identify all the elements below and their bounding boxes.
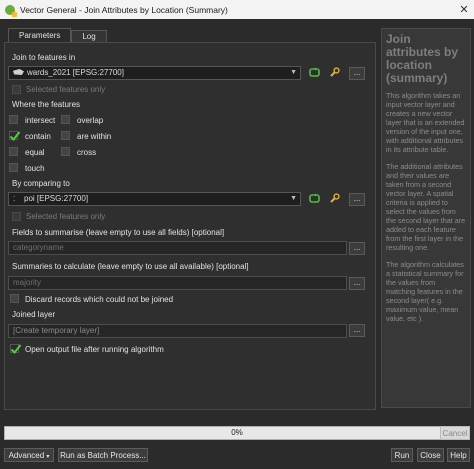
run-batch-button[interactable]: Run as Batch Process... xyxy=(58,448,148,462)
title-bar: Vector General - Join Attributes by Loca… xyxy=(0,0,474,19)
summaries-input[interactable]: majority xyxy=(8,276,347,290)
help-button[interactable]: Help xyxy=(447,448,470,462)
help-paragraph: This algorithm takes an input vector lay… xyxy=(386,91,465,154)
tab-parameters[interactable]: Parameters xyxy=(8,28,72,42)
compare-layer-value: poi [EPSG:27700] xyxy=(24,194,89,203)
join-layer-label: Join to features in xyxy=(12,53,76,62)
compare-selected-only-label: Selected features only xyxy=(26,212,106,221)
joined-layer-label: Joined layer xyxy=(12,310,56,319)
chevron-down-icon: ▼ xyxy=(290,195,297,202)
touch-checkbox[interactable] xyxy=(9,163,18,172)
run-button[interactable]: Run xyxy=(391,448,413,462)
equal-checkbox[interactable] xyxy=(9,147,18,156)
qgis-logo-icon xyxy=(5,4,17,17)
check-icon xyxy=(10,344,22,354)
window-close-button[interactable]: ✕ xyxy=(454,3,474,16)
overlap-label: overlap xyxy=(77,116,104,125)
chevron-down-icon: ▼ xyxy=(290,69,297,76)
cross-label: cross xyxy=(77,148,97,157)
open-output-label: Open output file after running algorithm xyxy=(25,345,164,354)
polygon-layer-icon xyxy=(13,69,24,75)
close-button[interactable]: Close xyxy=(417,448,444,462)
help-title: Join attributes by location (summary) xyxy=(386,32,459,85)
chevron-down-icon: ▾ xyxy=(46,454,50,460)
equal-label: equal xyxy=(25,148,45,157)
are-within-label: are within xyxy=(77,132,112,141)
fields-label: Fields to summarise (leave empty to use … xyxy=(12,228,225,237)
help-body: This algorithm takes an input vector lay… xyxy=(386,91,466,323)
tab-log[interactable]: Log xyxy=(71,30,107,42)
compare-selected-only-checkbox[interactable] xyxy=(12,212,21,221)
progress-cancel-button[interactable]: Cancel xyxy=(440,426,470,440)
progress-bar: 0% xyxy=(4,426,470,440)
join-layer-browse-button[interactable]: ... xyxy=(349,67,365,80)
progress-text: 0% xyxy=(231,428,243,437)
compare-layer-browse-button[interactable]: ... xyxy=(349,193,365,206)
summaries-label: Summaries to calculate (leave empty to u… xyxy=(12,262,249,271)
are-within-checkbox[interactable] xyxy=(61,131,70,140)
open-output-checkbox[interactable] xyxy=(10,344,22,354)
point-layer-icon: ⁚ xyxy=(13,196,16,203)
parameters-panel xyxy=(4,42,376,410)
intersect-label: intersect xyxy=(25,116,56,125)
discard-records-label: Discard records which could not be joine… xyxy=(25,295,174,304)
compare-layer-combo[interactable]: ⁚ poi [EPSG:27700] ▼ xyxy=(8,192,301,206)
help-paragraph: The additional attributes and their valu… xyxy=(386,162,466,252)
overlap-checkbox[interactable] xyxy=(61,115,70,124)
advanced-button[interactable]: Advanced ▾ xyxy=(4,448,54,462)
iterate-icon[interactable] xyxy=(309,193,320,204)
check-icon xyxy=(9,131,21,141)
cross-checkbox[interactable] xyxy=(61,147,70,156)
join-selected-only-label: Selected features only xyxy=(26,85,106,94)
advanced-label: Advanced xyxy=(8,451,45,460)
compare-layer-label: By comparing to xyxy=(12,179,70,188)
join-layer-combo[interactable]: wards_2021 [EPSG:27700] ▼ xyxy=(8,66,301,80)
help-panel: Join attributes by location (summary) Th… xyxy=(381,28,471,408)
touch-label: touch xyxy=(25,164,45,173)
joined-layer-browse-button[interactable]: ... xyxy=(349,324,365,337)
join-selected-only-checkbox[interactable] xyxy=(12,85,21,94)
discard-records-checkbox[interactable] xyxy=(10,294,19,303)
wrench-icon[interactable] xyxy=(329,67,340,78)
tab-bar: Parameters Log xyxy=(8,28,107,42)
window-title: Vector General - Join Attributes by Loca… xyxy=(20,4,228,15)
contain-label: contain xyxy=(25,132,51,141)
help-paragraph: The algorithm calculates a statistical s… xyxy=(386,260,464,323)
wrench-icon[interactable] xyxy=(329,193,340,204)
contain-checkbox[interactable] xyxy=(9,131,21,141)
where-features-label: Where the features xyxy=(12,100,81,109)
fields-browse-button[interactable]: ... xyxy=(349,242,365,255)
iterate-icon[interactable] xyxy=(309,67,320,78)
join-layer-value: wards_2021 [EPSG:27700] xyxy=(27,68,124,77)
joined-layer-input[interactable]: [Create temporary layer] xyxy=(8,324,347,338)
intersect-checkbox[interactable] xyxy=(9,115,18,124)
fields-input[interactable]: categoryname xyxy=(8,241,347,255)
summaries-browse-button[interactable]: ... xyxy=(349,277,365,290)
